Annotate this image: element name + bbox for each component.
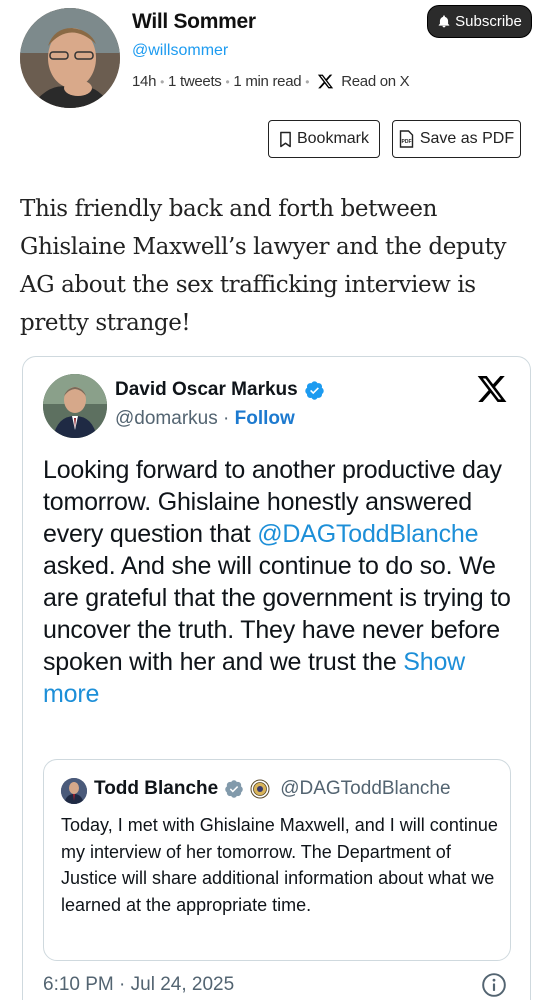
author-handle[interactable]: @willsommer: [132, 42, 228, 60]
svg-text:PDF: PDF: [401, 139, 411, 145]
doj-seal-icon: [250, 779, 270, 799]
save-pdf-button[interactable]: PDF Save as PDF: [392, 120, 521, 158]
meta-separator: •: [160, 74, 165, 89]
save-pdf-label: Save as PDF: [419, 130, 515, 147]
quoted-body: Today, I met with Ghislaine Maxwell, and…: [61, 815, 498, 915]
verified-badge-icon: [225, 780, 243, 798]
tweets-count: 1 tweets: [168, 73, 222, 90]
time-ago: 14h: [132, 73, 157, 90]
subscribe-label: Subscribe: [455, 13, 522, 30]
bell-icon: [438, 15, 450, 28]
meta-separator: •: [305, 74, 310, 89]
article-meta: 14h • 1 tweets • 1 min read • Read on X: [132, 73, 410, 90]
tweet-timestamp[interactable]: 6:10 PM · Jul 24, 2025: [43, 974, 234, 996]
mention-link[interactable]: @DAGToddBlanche: [257, 520, 478, 548]
author-name[interactable]: Will Sommer: [132, 10, 256, 34]
read-time: 1 min read: [233, 73, 302, 90]
info-icon[interactable]: [481, 972, 507, 998]
quoted-author-avatar[interactable]: [61, 778, 87, 804]
tweet-body: Looking forward to another productive da…: [43, 454, 513, 710]
tweet-author-avatar[interactable]: [43, 374, 107, 438]
tweet-author-handle-row: @domarkus · Follow: [115, 408, 295, 430]
embedded-tweet[interactable]: David Oscar Markus @domarkus · Follow Lo…: [22, 356, 531, 1000]
handle-separator: ·: [223, 408, 230, 429]
quoted-header: Todd Blanche @DAGToddBlanche: [94, 778, 451, 800]
read-on-x-label: Read on X: [341, 73, 410, 90]
x-logo-icon[interactable]: [476, 373, 508, 405]
read-on-x-link[interactable]: Read on X: [313, 73, 410, 90]
quoted-tweet[interactable]: Todd Blanche @DAGToddBlanche Today, I me…: [43, 759, 511, 961]
bookmark-button[interactable]: Bookmark: [268, 120, 380, 158]
bookmark-label: Bookmark: [296, 130, 370, 147]
verified-badge-icon: [305, 380, 324, 400]
quoted-author-name[interactable]: Todd Blanche: [94, 778, 218, 800]
tweet-author-handle[interactable]: @domarkus: [115, 408, 218, 429]
follow-link[interactable]: Follow: [235, 408, 295, 429]
subscribe-button[interactable]: Subscribe: [427, 5, 532, 38]
bookmark-icon: [280, 131, 291, 147]
tweet-author-name[interactable]: David Oscar Markus: [115, 379, 325, 401]
quoted-author-handle[interactable]: @DAGToddBlanche: [280, 778, 450, 800]
tweet-author-name-text: David Oscar Markus: [115, 379, 298, 400]
x-logo-icon: [318, 74, 334, 89]
post-text: This friendly back and forth between Ghi…: [20, 196, 507, 336]
meta-separator: •: [225, 74, 230, 89]
author-avatar[interactable]: [20, 8, 120, 108]
pdf-icon: PDF: [399, 130, 414, 148]
